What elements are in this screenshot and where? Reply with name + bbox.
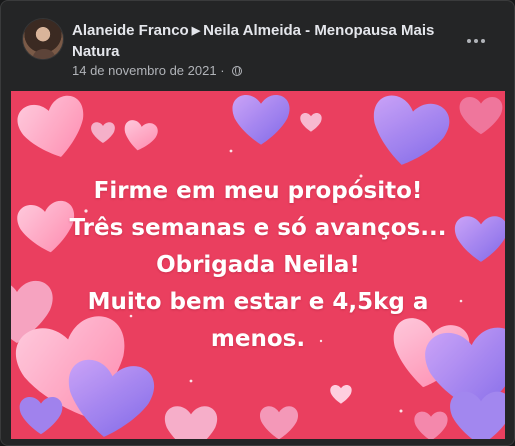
post-date[interactable]: 14 de novembro de 2021 (72, 63, 217, 78)
caption-line: Firme em meu propósito! (93, 178, 423, 204)
caption-line: menos. (210, 326, 306, 352)
dot-icon (481, 39, 485, 43)
more-options-button[interactable] (458, 23, 494, 59)
dot-icon (467, 39, 471, 43)
caption-line: Muito bem estar e 4,5kg a (87, 289, 429, 315)
author-name[interactable]: Alaneide Franco (72, 22, 189, 39)
caption-line: Obrigada Neila! (156, 252, 360, 278)
globe-icon[interactable] (232, 66, 243, 76)
image-caption: Firme em meu propósito! Três semanas e s… (11, 173, 505, 358)
arrow-right-icon: ▶ (191, 25, 201, 37)
post-card: Alaneide Franco ▶ Neila Almeida - Menopaus… (0, 0, 515, 446)
author-avatar[interactable] (23, 19, 63, 59)
dot-icon (474, 39, 478, 43)
post-image[interactable]: Firme em meu propósito! Três semanas e s… (11, 91, 505, 439)
post-headline: Alaneide Franco ▶ Neila Almeida - Menopaus… (72, 21, 442, 62)
post-header: Alaneide Franco ▶ Neila Almeida - Menopaus… (1, 1, 514, 89)
caption-line: Três semanas e só avanços... (69, 215, 447, 241)
post-meta: 14 de novembro de 2021 · (72, 63, 243, 79)
